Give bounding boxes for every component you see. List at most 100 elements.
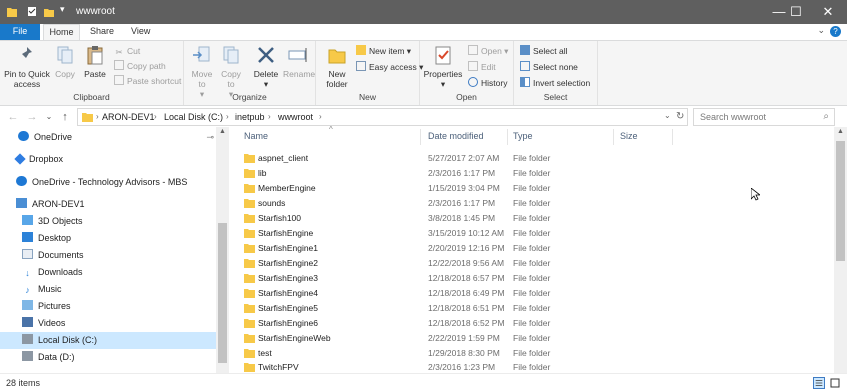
file-row[interactable]: lib 2/3/2016 1:17 PM File folder	[242, 166, 682, 181]
back-icon[interactable]: ←	[6, 109, 20, 125]
file-row[interactable]: test 1/29/2018 8:30 PM File folder	[242, 346, 682, 361]
group-select: Select all Select none Invert selection …	[514, 41, 598, 105]
file-row[interactable]: StarfishEngine6 12/18/2018 6:52 PM File fo…	[242, 316, 682, 331]
nav-item-desktop[interactable]: Desktop	[0, 230, 216, 247]
history-button[interactable]: History	[468, 76, 507, 90]
copy-path-icon	[114, 60, 124, 70]
file-row[interactable]: Starfish100 3/8/2018 1:45 PM File folder	[242, 211, 682, 226]
open-button[interactable]: Open ▾	[468, 44, 508, 58]
forward-icon[interactable]: →	[25, 109, 39, 125]
nav-item-videos[interactable]: Videos	[0, 315, 216, 332]
file-list-scrollbar[interactable]: ▲	[834, 127, 847, 373]
nav-item-documents[interactable]: Documents	[0, 247, 216, 264]
close-button[interactable]: ✕	[811, 0, 845, 24]
scroll-up-icon[interactable]: ▲	[837, 128, 844, 135]
file-row[interactable]: sounds 2/3/2016 1:17 PM File folder	[242, 196, 682, 211]
large-icons-view-icon[interactable]	[829, 377, 841, 389]
file-row[interactable]: StarfishEngine2 12/22/2018 9:56 AM File fo…	[242, 256, 682, 271]
nav-pane-scrollbar[interactable]: ▲	[216, 127, 229, 373]
file-list-scroll-thumb[interactable]	[836, 141, 845, 261]
pin-icon: ⊸	[206, 132, 214, 142]
column-header-type[interactable]: Type	[513, 131, 533, 141]
up-icon[interactable]: ↑	[58, 109, 72, 125]
file-row[interactable]: StarfishEngineWeb 2/22/2019 1:59 PM File f…	[242, 331, 682, 346]
breadcrumb-separator-icon: ›	[268, 112, 271, 121]
rename-button[interactable]: Rename	[283, 44, 315, 79]
file-row[interactable]: StarfishEngine1 2/20/2019 12:16 PM File fo…	[242, 241, 682, 256]
ribbon-expand-icon[interactable]: ⌄	[817, 25, 825, 36]
nav-item-onedrive[interactable]: OneDrive ⊸	[0, 129, 216, 146]
column-header-date-modified[interactable]: Date modified	[428, 131, 484, 141]
new-folder-button[interactable]: New folder	[322, 44, 352, 89]
file-row[interactable]: aspnet_client 5/27/2017 2:07 AM File folde…	[242, 151, 682, 166]
help-icon[interactable]: ?	[830, 26, 841, 37]
recent-locations-icon[interactable]: ⌄	[42, 109, 56, 125]
nav-item-downloads[interactable]: ↓ Downloads	[0, 264, 216, 281]
copy-to-button[interactable]: Copy to ▾	[218, 44, 244, 99]
column-divider[interactable]	[613, 129, 614, 145]
pin-icon	[19, 47, 32, 61]
nav-item-onedrive-business[interactable]: OneDrive - Technology Advisors - MBS	[0, 174, 216, 191]
copy-path-button[interactable]: Copy path	[114, 59, 166, 73]
column-header-size[interactable]: Size	[620, 131, 638, 141]
nav-item-dropbox[interactable]: Dropbox	[0, 151, 216, 168]
breadcrumb-inetpub[interactable]: inetpub	[235, 112, 265, 122]
group-label-clipboard: Clipboard	[73, 92, 110, 102]
paste-shortcut-button[interactable]: Paste shortcut	[114, 74, 181, 88]
invert-selection-button[interactable]: Invert selection	[520, 76, 590, 90]
details-view-icon[interactable]	[813, 377, 825, 389]
scroll-up-icon[interactable]: ▲	[219, 128, 226, 135]
customize-quick-access-icon[interactable]: ▾	[60, 4, 72, 17]
column-divider[interactable]	[507, 129, 508, 145]
maximize-button[interactable]: ☐	[779, 0, 813, 24]
group-label-new: New	[358, 92, 376, 102]
properties-button[interactable]: Properties ▾	[423, 44, 463, 89]
breadcrumb-local-disk[interactable]: Local Disk (C:)	[164, 112, 223, 122]
sort-arrow-icon: ^	[329, 125, 333, 134]
nav-item-3d-objects[interactable]: 3D Objects	[0, 213, 216, 230]
select-none-button[interactable]: Select none	[520, 60, 578, 74]
new-folder-quick-icon[interactable]	[43, 5, 55, 18]
cut-button[interactable]: ✂ Cut	[114, 44, 140, 58]
tab-share[interactable]: Share	[90, 24, 114, 40]
breadcrumb-wwwroot[interactable]: wwwroot	[278, 112, 313, 122]
new-folder-icon	[328, 49, 346, 64]
edit-icon	[468, 61, 478, 71]
tab-view[interactable]: View	[131, 24, 150, 40]
properties-quick-icon[interactable]	[26, 5, 38, 18]
nav-item-this-pc[interactable]: ARON-DEV1	[0, 196, 216, 213]
breadcrumb-computer[interactable]: ARON-DEV1	[102, 112, 155, 122]
file-row[interactable]: MemberEngine 1/15/2019 3:04 PM File folder	[242, 181, 682, 196]
delete-button[interactable]: Delete ▾	[251, 44, 281, 89]
nav-item-pictures[interactable]: Pictures	[0, 298, 216, 315]
tab-home[interactable]: Home	[43, 24, 80, 40]
music-icon: ♪	[25, 285, 30, 295]
easy-access-button[interactable]: Easy access ▾	[356, 60, 423, 74]
select-all-button[interactable]: Select all	[520, 44, 568, 58]
file-row[interactable]: StarfishEngine3 12/18/2018 6:57 PM File fo…	[242, 271, 682, 286]
breadcrumb-separator-icon: ›	[96, 112, 99, 121]
folder-icon	[244, 229, 255, 238]
column-header-name[interactable]: Name	[244, 131, 268, 141]
paste-button[interactable]: Paste	[82, 44, 108, 79]
tab-file[interactable]: File	[0, 24, 40, 40]
column-divider[interactable]	[420, 129, 421, 145]
address-dropdown-icon[interactable]: ⌄	[664, 111, 671, 120]
copy-button[interactable]: Copy	[53, 44, 77, 79]
search-input[interactable]: Search wwwroot ⌕	[693, 108, 835, 126]
folder-icon	[244, 184, 255, 193]
address-path-box[interactable]: › ARON-DEV1 › Local Disk (C:) › inetpub …	[77, 108, 688, 126]
column-divider[interactable]	[672, 129, 673, 145]
file-row[interactable]: StarfishEngine5 12/18/2018 6:51 PM File fo…	[242, 301, 682, 316]
refresh-icon[interactable]: ↻	[676, 111, 684, 122]
nav-item-music[interactable]: ♪ Music	[0, 281, 216, 298]
nav-item-data-drive[interactable]: Data (D:)	[0, 349, 216, 366]
file-row[interactable]: StarfishEngine 3/15/2019 10:12 AM File fol…	[242, 226, 682, 241]
pin-quick-access-button[interactable]: Pin to Quick access	[4, 44, 50, 89]
file-row[interactable]: StarfishEngine4 12/18/2018 6:49 PM File fo…	[242, 286, 682, 301]
nav-item-local-disk[interactable]: Local Disk (C:)	[0, 332, 216, 349]
move-to-button[interactable]: Move to ▾	[189, 44, 215, 99]
nav-pane-scroll-thumb[interactable]	[218, 223, 227, 363]
edit-button[interactable]: Edit	[468, 60, 496, 74]
new-item-button[interactable]: New item ▾	[356, 44, 411, 58]
